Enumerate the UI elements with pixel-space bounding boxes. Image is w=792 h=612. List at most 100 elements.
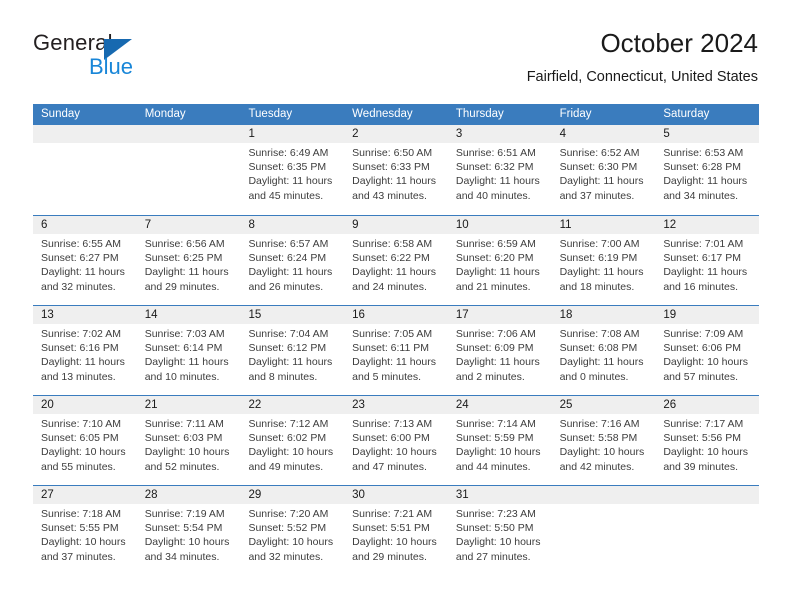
page-title: October 2024 [600, 28, 758, 58]
day-number: 3 [447, 125, 552, 143]
calendar-day-cell[interactable]: 13 Sunrise: 7:02 AM Sunset: 6:16 PM Dayligh… [33, 306, 137, 395]
weekday-header-saturday: Saturday [663, 108, 710, 120]
day-sun-info: Sunrise: 6:56 AM Sunset: 6:25 PM Daylight:… [137, 234, 241, 294]
sunset-text: Sunset: 6:27 PM [41, 252, 119, 265]
sunrise-text: Sunrise: 7:00 AM [559, 238, 640, 250]
sunset-text: Sunset: 6:22 PM [352, 252, 430, 265]
sunrise-text: Sunrise: 7:06 AM [455, 328, 536, 340]
calendar-day-cell[interactable]: 12 Sunrise: 7:01 AM Sunset: 6:17 PM Dayligh… [655, 216, 760, 305]
calendar-week-row: 1 Sunrise: 6:49 AM Sunset: 6:35 PM Daylight… [33, 125, 760, 215]
calendar-day-cell[interactable]: 3 Sunrise: 6:51 AM Sunset: 6:32 PM Daylight… [447, 125, 552, 215]
sunset-text: Sunset: 6:05 PM [41, 432, 119, 445]
sunrise-text: Sunrise: 7:03 AM [144, 328, 225, 340]
calendar-day-cell[interactable]: 31 Sunrise: 7:23 AM Sunset: 5:50 PM Dayligh… [447, 486, 552, 575]
weekday-header-sunday: Sunday [41, 108, 81, 120]
calendar-day-cell[interactable]: 26 Sunrise: 7:17 AM Sunset: 5:56 PM Dayligh… [655, 396, 760, 485]
day-sun-info: Sunrise: 7:09 AM Sunset: 6:06 PM Daylight:… [655, 324, 759, 384]
daylight-text: Daylight: 10 hours and 55 minutes. [41, 446, 126, 473]
generalblue-logo[interactable]: General Blue [33, 30, 223, 88]
calendar-day-cell[interactable]: 11 Sunrise: 7:00 AM Sunset: 6:19 PM Dayligh… [551, 216, 656, 305]
weekday-header-row: Sunday Monday Tuesday Wednesday Thursday… [33, 104, 759, 125]
calendar-day-cell[interactable]: 23 Sunrise: 7:13 AM Sunset: 6:00 PM Dayligh… [344, 396, 448, 485]
sunset-text: Sunset: 6:08 PM [559, 342, 638, 355]
day-number: 27 [33, 486, 137, 504]
day-sun-info: Sunrise: 7:01 AM Sunset: 6:17 PM Daylight:… [655, 234, 759, 294]
sunrise-text: Sunrise: 6:53 AM [663, 147, 744, 159]
sunset-text: Sunset: 6:35 PM [248, 161, 327, 174]
daylight-text: Daylight: 10 hours and 44 minutes. [455, 446, 541, 473]
calendar-day-cell[interactable]: 24 Sunrise: 7:14 AM Sunset: 5:59 PM Dayligh… [447, 396, 552, 485]
calendar-day-cell[interactable]: 7 Sunrise: 6:56 AM Sunset: 6:25 PM Daylight… [136, 216, 241, 305]
day-number: 2 [344, 125, 448, 143]
sunrise-text: Sunrise: 7:20 AM [248, 508, 329, 520]
calendar-day-cell[interactable]: 21 Sunrise: 7:11 AM Sunset: 6:03 PM Dayligh… [136, 396, 241, 485]
sunset-text: Sunset: 5:56 PM [663, 432, 741, 445]
sunset-text: Sunset: 6:24 PM [248, 252, 327, 265]
calendar-day-cell[interactable]: 27 Sunrise: 7:18 AM Sunset: 5:55 PM Dayligh… [33, 486, 137, 575]
sunset-text: Sunset: 5:50 PM [455, 522, 534, 535]
day-sun-info: Sunrise: 7:02 AM Sunset: 6:16 PM Daylight:… [33, 324, 137, 384]
day-number: 14 [136, 306, 241, 324]
sunrise-text: Sunrise: 6:51 AM [455, 147, 536, 159]
calendar-day-cell[interactable]: 16 Sunrise: 7:05 AM Sunset: 6:11 PM Dayligh… [344, 306, 448, 395]
day-sun-info: Sunrise: 7:13 AM Sunset: 6:00 PM Daylight:… [344, 414, 448, 474]
sunset-text: Sunset: 5:55 PM [41, 522, 119, 535]
daylight-text: Daylight: 10 hours and 32 minutes. [248, 536, 334, 563]
day-number: 6 [33, 216, 137, 234]
daylight-text: Daylight: 11 hours and 29 minutes. [144, 266, 229, 293]
sunrise-text: Sunrise: 6:59 AM [455, 238, 536, 250]
sunset-text: Sunset: 5:59 PM [455, 432, 534, 445]
day-number: 18 [551, 306, 656, 324]
daylight-text: Daylight: 11 hours and 2 minutes. [455, 356, 540, 383]
daylight-text: Daylight: 10 hours and 42 minutes. [559, 446, 645, 473]
day-sun-info: Sunrise: 7:11 AM Sunset: 6:03 PM Daylight:… [137, 414, 241, 474]
calendar-page: General Blue October 2024 Fairfield, Con… [0, 0, 792, 612]
day-number: 7 [136, 216, 241, 234]
daylight-text: Daylight: 10 hours and 27 minutes. [455, 536, 541, 563]
calendar-day-cell[interactable]: 30 Sunrise: 7:21 AM Sunset: 5:51 PM Dayligh… [344, 486, 448, 575]
day-number: 23 [344, 396, 448, 414]
sunset-text: Sunset: 6:12 PM [248, 342, 327, 355]
calendar-day-cell-empty [551, 486, 656, 575]
calendar-day-cell[interactable]: 10 Sunrise: 6:59 AM Sunset: 6:20 PM Dayligh… [447, 216, 552, 305]
sunset-text: Sunset: 6:03 PM [144, 432, 223, 445]
calendar-grid: Sunday Monday Tuesday Wednesday Thursday… [33, 104, 760, 575]
calendar-day-cell[interactable]: 1 Sunrise: 6:49 AM Sunset: 6:35 PM Daylight… [240, 125, 345, 215]
calendar-day-cell[interactable]: 20 Sunrise: 7:10 AM Sunset: 6:05 PM Dayligh… [33, 396, 137, 485]
calendar-day-cell[interactable]: 19 Sunrise: 7:09 AM Sunset: 6:06 PM Dayligh… [655, 306, 760, 395]
calendar-day-cell[interactable]: 29 Sunrise: 7:20 AM Sunset: 5:52 PM Dayligh… [240, 486, 345, 575]
daylight-text: Daylight: 10 hours and 34 minutes. [144, 536, 230, 563]
calendar-day-cell[interactable]: 14 Sunrise: 7:03 AM Sunset: 6:14 PM Dayligh… [136, 306, 241, 395]
calendar-day-cell[interactable]: 25 Sunrise: 7:16 AM Sunset: 5:58 PM Dayligh… [551, 396, 656, 485]
calendar-day-cell[interactable]: 15 Sunrise: 7:04 AM Sunset: 6:12 PM Dayligh… [240, 306, 345, 395]
daylight-text: Daylight: 11 hours and 16 minutes. [663, 266, 748, 293]
calendar-week-row: 20 Sunrise: 7:10 AM Sunset: 6:05 PM Dayligh… [33, 395, 760, 485]
day-number: 19 [655, 306, 760, 324]
title-block: October 2024 Fairfield, Connecticut, Uni… [527, 26, 758, 88]
day-number: 9 [344, 216, 448, 234]
sunset-text: Sunset: 5:51 PM [352, 522, 430, 535]
calendar-day-cell[interactable]: 2 Sunrise: 6:50 AM Sunset: 6:33 PM Daylight… [344, 125, 448, 215]
day-number [655, 486, 760, 504]
calendar-day-cell[interactable]: 17 Sunrise: 7:06 AM Sunset: 6:09 PM Dayligh… [447, 306, 552, 395]
calendar-day-cell[interactable]: 4 Sunrise: 6:52 AM Sunset: 6:30 PM Daylight… [551, 125, 656, 215]
day-number: 16 [344, 306, 448, 324]
day-sun-info: Sunrise: 6:51 AM Sunset: 6:32 PM Daylight:… [448, 143, 552, 203]
calendar-week-row: 27 Sunrise: 7:18 AM Sunset: 5:55 PM Dayligh… [33, 485, 760, 575]
day-number: 12 [655, 216, 760, 234]
sunrise-text: Sunrise: 6:58 AM [352, 238, 433, 250]
daylight-text: Daylight: 10 hours and 47 minutes. [352, 446, 437, 473]
calendar-day-cell[interactable]: 9 Sunrise: 6:58 AM Sunset: 6:22 PM Daylight… [344, 216, 448, 305]
calendar-day-cell[interactable]: 18 Sunrise: 7:08 AM Sunset: 6:08 PM Dayligh… [551, 306, 656, 395]
calendar-day-cell[interactable]: 8 Sunrise: 6:57 AM Sunset: 6:24 PM Daylight… [240, 216, 345, 305]
sunset-text: Sunset: 6:28 PM [663, 161, 741, 174]
calendar-day-cell[interactable]: 28 Sunrise: 7:19 AM Sunset: 5:54 PM Dayligh… [136, 486, 241, 575]
calendar-day-cell[interactable]: 6 Sunrise: 6:55 AM Sunset: 6:27 PM Daylight… [33, 216, 137, 305]
daylight-text: Daylight: 11 hours and 45 minutes. [248, 175, 333, 202]
calendar-day-cell[interactable]: 22 Sunrise: 7:12 AM Sunset: 6:02 PM Dayligh… [240, 396, 345, 485]
sunset-text: Sunset: 5:58 PM [559, 432, 638, 445]
day-sun-info: Sunrise: 7:16 AM Sunset: 5:58 PM Daylight:… [552, 414, 656, 474]
calendar-day-cell[interactable]: 5 Sunrise: 6:53 AM Sunset: 6:28 PM Daylight… [655, 125, 760, 215]
daylight-text: Daylight: 10 hours and 52 minutes. [144, 446, 230, 473]
daylight-text: Daylight: 11 hours and 5 minutes. [352, 356, 437, 383]
